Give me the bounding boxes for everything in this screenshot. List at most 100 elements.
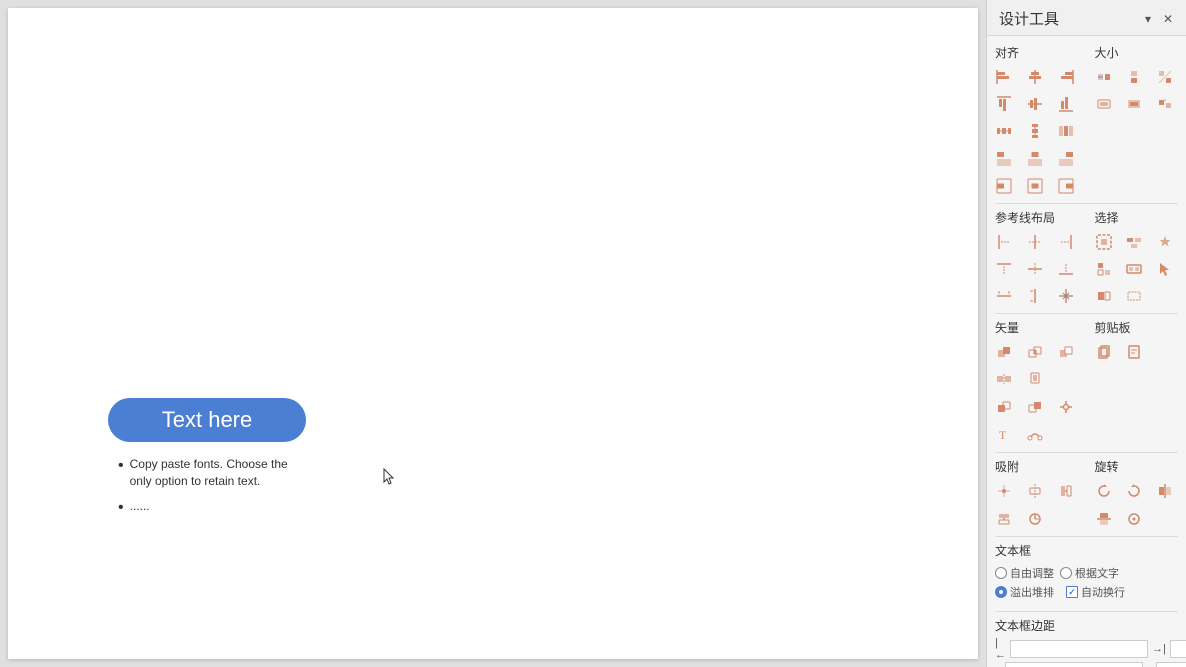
vec-sub2-icon[interactable] xyxy=(1022,394,1048,420)
size-equal-icon[interactable] xyxy=(1152,91,1178,117)
clip-copy-icon[interactable] xyxy=(1091,339,1117,365)
sel-arrow-icon[interactable] xyxy=(1152,256,1178,282)
align-top-icon[interactable] xyxy=(991,91,1017,117)
guide-del-icon[interactable] xyxy=(1053,283,1079,309)
align-tc-icon[interactable] xyxy=(1022,146,1048,172)
align-center-h-icon[interactable] xyxy=(1022,64,1048,90)
canvas-button-element[interactable]: Text here xyxy=(108,398,306,442)
vec-sub1-icon[interactable] xyxy=(991,394,1017,420)
dist-v-icon[interactable] xyxy=(1022,118,1048,144)
rotate-section: 旋转 xyxy=(1087,456,1186,533)
canvas-notes: • Copy paste fonts. Choose the only opti… xyxy=(118,456,310,521)
vec-text-icon[interactable]: T xyxy=(991,422,1017,448)
fit-text-label: 根据文字 xyxy=(1075,565,1119,581)
design-tools-panel: 设计工具 ▾ ✕ 对齐 xyxy=(986,0,1186,667)
clipboard-header: 剪贴板 xyxy=(1087,317,1186,338)
border-left-input[interactable] xyxy=(1010,640,1148,658)
guide-header: 参考线布局 xyxy=(987,207,1087,228)
vec-paste-icon[interactable] xyxy=(1022,366,1048,392)
snap-grid-icon[interactable] xyxy=(991,478,1017,504)
sel-grp-icon[interactable] xyxy=(1121,256,1147,282)
fit-text-option[interactable]: 根据文字 xyxy=(1060,565,1119,581)
vec-intersect-icon[interactable] xyxy=(1022,339,1048,365)
rot-90cw-icon[interactable] xyxy=(1091,478,1117,504)
align-mc-icon[interactable] xyxy=(1022,173,1048,199)
border-top-input[interactable] xyxy=(1005,662,1143,667)
snap-h-icon[interactable] xyxy=(1053,478,1079,504)
sel-obj-icon[interactable] xyxy=(1091,256,1117,282)
overflow-option[interactable]: 溢出堆排 xyxy=(995,584,1054,600)
align-center-v-icon[interactable] xyxy=(1022,91,1048,117)
guide-select-section: 参考线布局 xyxy=(987,207,1186,310)
vec-split-icon[interactable] xyxy=(991,366,1017,392)
select-header: 选择 xyxy=(1087,207,1186,228)
vec-union-icon[interactable] xyxy=(991,339,1017,365)
textframe-options: 自由调整 根据文字 溢出堆排 自动换行 xyxy=(987,561,1186,607)
rot-90ccw-icon[interactable] xyxy=(1121,478,1147,504)
select-title: 选择 xyxy=(1095,209,1119,226)
canvas-inner: Text here • Copy paste fonts. Choose the… xyxy=(8,8,978,659)
guide-left-icon[interactable] xyxy=(991,229,1017,255)
sel-all-icon[interactable] xyxy=(1091,229,1117,255)
clip-paste-icon[interactable] xyxy=(1121,339,1147,365)
align-tl-icon[interactable] xyxy=(991,146,1017,172)
sel-same-icon[interactable] xyxy=(1121,229,1147,255)
border-right-input[interactable] xyxy=(1170,640,1186,658)
autowrap-checkbox[interactable] xyxy=(1066,586,1078,598)
sel-extra2-icon[interactable] xyxy=(1121,283,1147,309)
size-title: 大小 xyxy=(1095,44,1119,61)
panel-dropdown-icon[interactable]: ▾ xyxy=(1140,11,1156,27)
clipboard-icons xyxy=(1087,338,1186,366)
guide-add-h-icon[interactable] xyxy=(991,283,1017,309)
guide-right-icon[interactable] xyxy=(1053,229,1079,255)
dist-h-icon[interactable] xyxy=(991,118,1017,144)
guide-mid-icon[interactable] xyxy=(1022,256,1048,282)
guide-bottom-icon[interactable] xyxy=(1053,256,1079,282)
align-mr-icon[interactable] xyxy=(1053,173,1079,199)
size-fit-icon[interactable] xyxy=(1091,91,1117,117)
size-fill-icon[interactable] xyxy=(1121,91,1147,117)
vec-diff-icon[interactable] xyxy=(1053,339,1079,365)
snap-rot-icon[interactable] xyxy=(1022,506,1048,532)
sel-extra1-icon[interactable] xyxy=(1091,283,1117,309)
fit-text-radio[interactable] xyxy=(1060,567,1072,579)
snap-obj-icon[interactable] xyxy=(1022,478,1048,504)
vec-pen-icon[interactable] xyxy=(1053,394,1079,420)
divider-4 xyxy=(995,536,1178,537)
vec-node-icon[interactable] xyxy=(1022,422,1048,448)
overflow-radio[interactable] xyxy=(995,586,1007,598)
autowrap-option[interactable]: 自动换行 xyxy=(1066,584,1125,600)
snap-icons-row2 xyxy=(987,505,1087,533)
rot-flip-v-icon[interactable] xyxy=(1091,506,1117,532)
size-section: 大小 xyxy=(1087,42,1186,200)
sel-magic-icon[interactable] xyxy=(1152,229,1178,255)
textborder-header: 文本框边距 xyxy=(987,615,1186,636)
vector-icons-row2 xyxy=(987,393,1087,421)
panel-close-icon[interactable]: ✕ xyxy=(1160,11,1176,27)
auto-resize-option[interactable]: 自由调整 xyxy=(995,565,1054,581)
note-text-1: Copy paste fonts. Choose the only option… xyxy=(130,456,310,490)
align-tr-icon[interactable] xyxy=(1053,146,1079,172)
align-left-icon[interactable] xyxy=(991,64,1017,90)
snap-v-icon[interactable] xyxy=(991,506,1017,532)
guide-top-icon[interactable] xyxy=(991,256,1017,282)
divider-2 xyxy=(995,313,1178,314)
rot-free-icon[interactable] xyxy=(1121,506,1147,532)
guide-icons-row1 xyxy=(987,228,1087,310)
dist-center-icon[interactable] xyxy=(1053,118,1079,144)
rotate-icons-row1 xyxy=(1087,477,1186,505)
border-bottom-input[interactable] xyxy=(1156,662,1186,667)
rot-flip-h-icon[interactable] xyxy=(1152,478,1178,504)
size-wh-icon[interactable] xyxy=(1152,64,1178,90)
align-icons-row1 xyxy=(987,63,1087,145)
align-right-icon[interactable] xyxy=(1053,64,1079,90)
align-bottom-icon[interactable] xyxy=(1053,91,1079,117)
note-text-2: ...... xyxy=(130,498,150,515)
size-h-icon[interactable] xyxy=(1121,64,1147,90)
guide-add-v-icon[interactable] xyxy=(1022,283,1048,309)
clipboard-title: 剪贴板 xyxy=(1095,319,1131,336)
size-w-icon[interactable] xyxy=(1091,64,1117,90)
align-ml-icon[interactable] xyxy=(991,173,1017,199)
guide-center-icon[interactable] xyxy=(1022,229,1048,255)
auto-resize-radio[interactable] xyxy=(995,567,1007,579)
